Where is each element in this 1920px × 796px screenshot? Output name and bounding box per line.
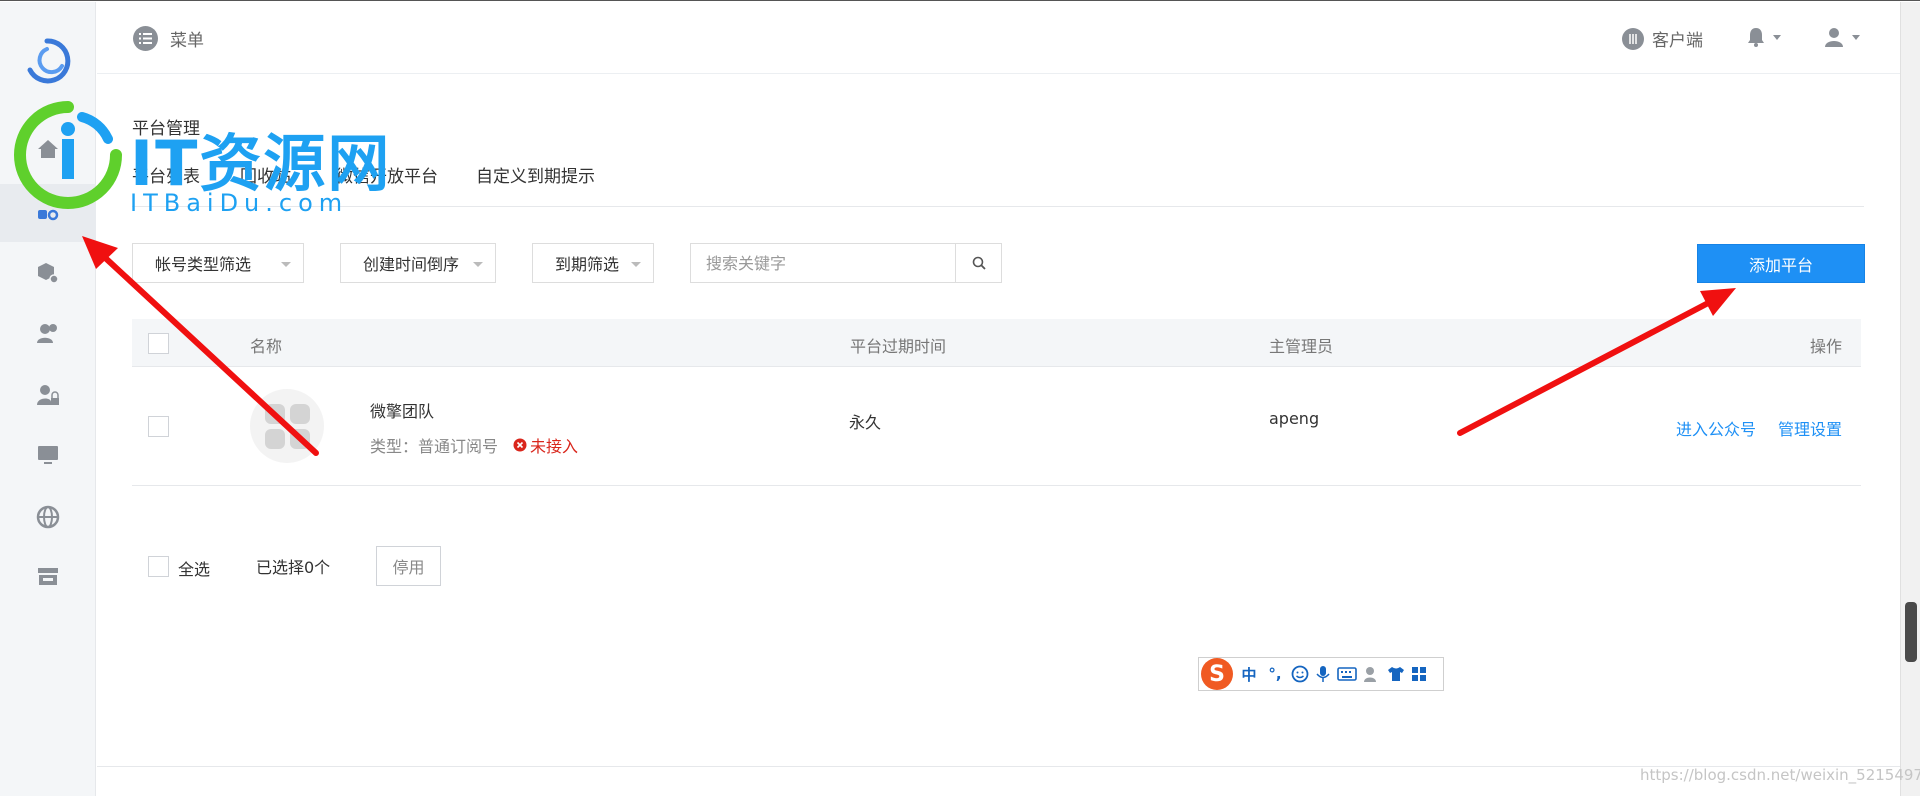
account-type-filter[interactable]: 帐号类型筛选 (132, 243, 304, 283)
sogou-logo-icon: S (1201, 658, 1233, 690)
platform-type: 类型：普通订阅号 (370, 437, 499, 456)
sidebar-item-permissions[interactable] (0, 366, 96, 424)
toolbox-icon[interactable] (1411, 666, 1427, 682)
status-text: 未接入 (530, 437, 579, 456)
emoji-icon[interactable] (1291, 665, 1309, 683)
store-icon (38, 568, 58, 585)
admin-value: apeng (1269, 409, 1320, 428)
user-menu-button[interactable] (1824, 27, 1860, 47)
shirt-icon[interactable] (1387, 666, 1405, 682)
create-time-sort-label: 创建时间倒序 (363, 255, 460, 274)
user-lock-icon (37, 385, 59, 405)
annotation-arrowhead-right (1700, 288, 1736, 316)
menu-button[interactable]: 菜单 (133, 26, 204, 51)
monitor-icon (38, 446, 58, 464)
notifications-button[interactable] (1747, 27, 1781, 47)
keyboard-icon[interactable] (1337, 667, 1357, 681)
chevron-down-icon (1773, 34, 1781, 40)
watermark-url: https://blog.csdn.net/weixin_52154971 (1640, 766, 1920, 784)
header-checkbox[interactable] (148, 333, 169, 354)
top-header: 菜单 客户端 (97, 2, 1900, 74)
client-label: 客户端 (1652, 31, 1703, 51)
add-platform-button[interactable]: 添加平台 (1697, 244, 1865, 283)
user-icon (1825, 28, 1843, 47)
sidebar-item-users[interactable] (0, 304, 96, 362)
app-window: 菜单 客户端 平台管理 平台列表 回收站 微信开放平台 自定义到期提示 帐号类型… (0, 0, 1920, 796)
list-icon (133, 26, 158, 51)
status-badge: 未接入 (513, 433, 578, 457)
ime-toolbar[interactable]: S 中 °, (1198, 657, 1444, 691)
column-name: 名称 (250, 337, 283, 356)
account-type-filter-label: 帐号类型筛选 (155, 255, 252, 274)
sliders-icon (1622, 27, 1644, 50)
caret-down-icon (631, 262, 641, 267)
caret-down-icon (281, 262, 291, 267)
sidebar-item-site[interactable] (0, 488, 96, 546)
sidebar-item-system[interactable] (0, 426, 96, 484)
column-admin: 主管理员 (1269, 337, 1334, 356)
search-input[interactable] (691, 244, 955, 282)
table-row: 微擎团队 类型：普通订阅号 未接入 永久 apeng 进入公众号 管理设置 (132, 367, 1861, 486)
platform-name[interactable]: 微擎团队 (370, 398, 434, 422)
users-icon (37, 324, 57, 343)
select-all-checkbox[interactable] (148, 556, 169, 577)
watermark-logo-icon (14, 101, 122, 209)
cube-settings-icon (38, 263, 59, 284)
column-actions: 操作 (1810, 337, 1843, 356)
enter-account-link[interactable]: 进入公众号 (1676, 416, 1756, 440)
microphone-icon[interactable] (1315, 665, 1331, 683)
watermark-brand-sub: ITBaiDu.com (130, 189, 349, 217)
table-header: 名称 平台过期时间 主管理员 操作 (132, 319, 1861, 367)
globe-icon (36, 505, 60, 529)
search-box (690, 243, 1002, 283)
app-grid-icon (264, 403, 310, 449)
manage-settings-link[interactable]: 管理设置 (1778, 416, 1842, 440)
tab-custom-expiry-notice[interactable]: 自定义到期提示 (476, 165, 595, 205)
tab-bar: 平台列表 回收站 微信开放平台 自定义到期提示 (132, 165, 1864, 207)
chevron-down-icon (1852, 34, 1860, 40)
create-time-sort[interactable]: 创建时间倒序 (340, 243, 496, 283)
divider (97, 766, 1900, 767)
expire-filter-label: 到期筛选 (555, 255, 620, 274)
expire-value: 永久 (849, 413, 882, 432)
ime-punctuation[interactable]: °, (1265, 665, 1285, 683)
ime-mode[interactable]: 中 (1239, 664, 1259, 685)
sidebar-item-store[interactable] (0, 548, 96, 606)
app-logo-icon[interactable] (22, 36, 72, 86)
select-all-label[interactable]: 全选 (178, 556, 210, 580)
search-icon (972, 256, 986, 270)
expire-filter[interactable]: 到期筛选 (532, 243, 654, 283)
disable-button[interactable]: 停用 (376, 546, 441, 586)
sidebar-item-modules[interactable] (0, 244, 96, 302)
selected-count: 已选择0个 (256, 558, 331, 577)
user-input-icon[interactable] (1363, 665, 1381, 683)
scrollbar-thumb[interactable] (1905, 602, 1917, 662)
platform-avatar (250, 389, 324, 463)
menu-label: 菜单 (170, 31, 204, 51)
client-button[interactable]: 客户端 (1622, 26, 1703, 51)
scrollbar[interactable] (1900, 2, 1920, 796)
column-expire-time: 平台过期时间 (850, 337, 947, 356)
caret-down-icon (473, 262, 483, 267)
search-button[interactable] (955, 244, 1001, 282)
error-circle-icon (513, 438, 527, 452)
bell-icon (1748, 28, 1764, 47)
row-checkbox[interactable] (148, 416, 169, 437)
